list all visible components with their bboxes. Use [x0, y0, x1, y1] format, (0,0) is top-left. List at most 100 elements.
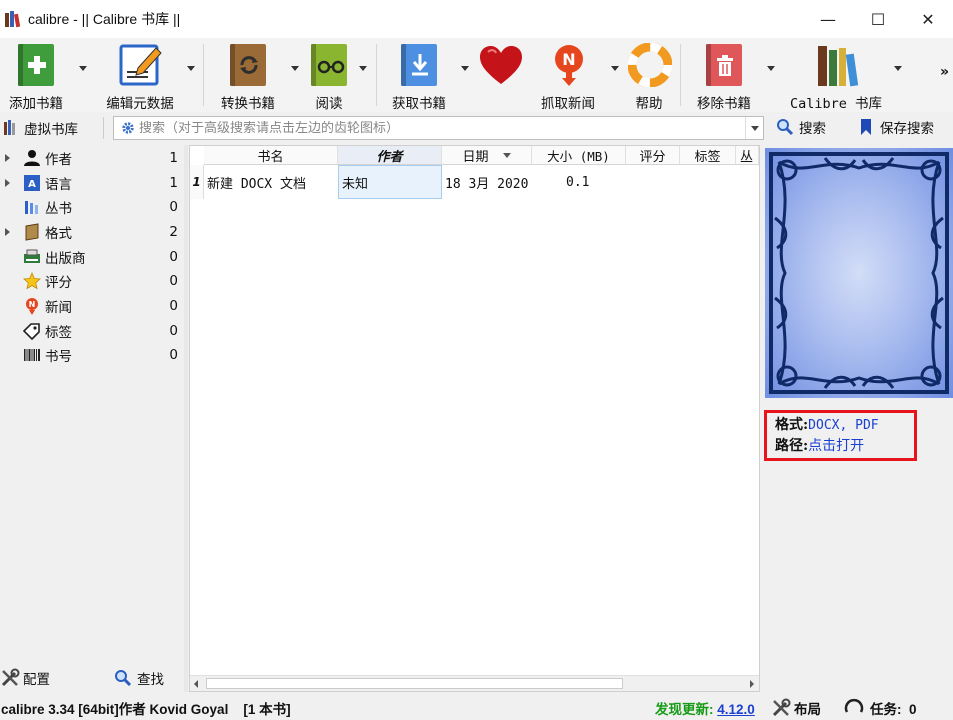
search-input[interactable]: [139, 120, 745, 136]
minimize-button[interactable]: —: [803, 0, 853, 38]
language-icon: A: [24, 175, 40, 191]
virtual-library-button[interactable]: 虚拟书库: [2, 117, 78, 139]
series-icon: [25, 201, 38, 214]
tag-category-identifiers[interactable]: 书号 0: [0, 343, 184, 367]
fetch-news-dropdown-icon[interactable]: [611, 66, 619, 71]
edit-metadata-icon: [118, 42, 162, 87]
svg-text:N: N: [562, 50, 575, 69]
library-button[interactable]: Calibre 书库: [788, 42, 884, 112]
configure-button[interactable]: 配置: [0, 668, 50, 688]
barcode-icon: [24, 349, 40, 361]
tag-category-publishers[interactable]: 出版商 0: [0, 245, 184, 269]
path-open-link[interactable]: 点击打开: [808, 438, 864, 454]
title-bar: calibre - || Calibre 书库 || — ☐ ✕: [0, 0, 953, 38]
book-cover[interactable]: [765, 148, 953, 398]
remove-books-dropdown-icon[interactable]: [767, 66, 775, 71]
tag-browser-footer: 配置 查找: [0, 664, 184, 692]
update-notice: 发现更新: 4.12.0: [655, 702, 755, 717]
maximize-button[interactable]: ☐: [853, 0, 903, 38]
search-icon: [115, 670, 132, 687]
gear-icon[interactable]: [121, 121, 135, 135]
edit-metadata-dropdown-icon[interactable]: [187, 66, 195, 71]
chevron-down-icon: [750, 125, 759, 131]
add-books-dropdown-icon[interactable]: [79, 66, 87, 71]
column-header-size[interactable]: 大小 (MB): [532, 146, 626, 165]
expand-arrow-icon[interactable]: [5, 154, 10, 162]
tag-browser: 作者 1 A 语言 1 丛书 0 格式 2 出版商 0 评分 0 N 新闻 0 …: [0, 145, 184, 663]
formats-row: 格式:DOCX, PDF: [775, 417, 879, 433]
horizontal-scrollbar[interactable]: [190, 675, 759, 691]
sort-chevron-icon: [502, 152, 511, 158]
add-book-icon: [14, 42, 58, 87]
column-header-rating[interactable]: 评分: [626, 146, 680, 165]
window-title: calibre - || Calibre 书库 ||: [28, 11, 181, 27]
update-version-link[interactable]: 4.12.0: [717, 702, 755, 717]
publisher-icon: [24, 249, 40, 263]
news-icon: N: [26, 298, 38, 315]
donate-button[interactable]: [476, 42, 524, 112]
tag-category-series[interactable]: 丛书 0: [0, 195, 184, 219]
user-icon: [24, 150, 40, 166]
column-header-author[interactable]: 作者: [338, 146, 442, 165]
column-header-series[interactable]: 丛: [736, 146, 759, 165]
tools-icon: [1, 668, 20, 687]
news-icon: N: [546, 42, 590, 87]
find-button[interactable]: 查找: [114, 668, 164, 688]
path-row: 路径:点击打开: [775, 438, 865, 454]
toolbar-more-button[interactable]: »: [940, 64, 949, 80]
calibre-app-icon: [4, 10, 22, 28]
book-details-panel: 格式:DOCX, PDF 路径:点击打开: [762, 145, 953, 692]
cell-author[interactable]: 未知: [338, 165, 442, 199]
convert-books-dropdown-icon[interactable]: [291, 66, 299, 71]
bookmark-icon: [861, 119, 871, 135]
book-format-icon: [25, 223, 39, 241]
convert-books-button[interactable]: 转换书籍: [218, 42, 278, 112]
tag-category-rating[interactable]: 评分 0: [0, 269, 184, 293]
tag-category-formats[interactable]: 格式 2: [0, 220, 184, 244]
cell-size[interactable]: 0.1: [532, 165, 626, 199]
trash-book-icon: [702, 42, 746, 87]
tag-category-languages[interactable]: A 语言 1: [0, 171, 184, 195]
tools-icon: [772, 698, 791, 717]
star-icon: [23, 272, 41, 290]
cell-title[interactable]: 新建 DOCX 文档: [204, 165, 338, 199]
panel-splitter[interactable]: [184, 145, 188, 692]
search-bar: 虚拟书库 搜索 保存搜索: [0, 113, 953, 143]
expand-arrow-icon[interactable]: [5, 228, 10, 236]
saved-search-button[interactable]: 保存搜索: [859, 117, 934, 137]
scroll-left-icon[interactable]: [194, 680, 198, 688]
library-dropdown-icon[interactable]: [894, 66, 902, 71]
tag-category-news[interactable]: N 新闻 0: [0, 294, 184, 318]
search-box: [113, 116, 764, 140]
add-books-button[interactable]: 添加书籍: [4, 42, 68, 112]
scrollbar-thumb[interactable]: [206, 678, 623, 689]
search-history-dropdown[interactable]: [745, 117, 763, 139]
cell-date[interactable]: 18 3月 2020: [442, 165, 532, 199]
fetch-news-button[interactable]: N 抓取新闻: [538, 42, 598, 112]
tag-category-tags[interactable]: 标签 0: [0, 319, 184, 343]
tag-icon: [23, 323, 40, 340]
column-header-tags[interactable]: 标签: [680, 146, 736, 165]
view-button[interactable]: 阅读: [306, 42, 352, 112]
get-books-dropdown-icon[interactable]: [461, 66, 469, 71]
get-books-button[interactable]: 获取书籍: [389, 42, 449, 112]
view-book-icon: [307, 42, 351, 87]
formats-link[interactable]: DOCX, PDF: [808, 418, 878, 433]
edit-metadata-button[interactable]: 编辑元数据: [102, 42, 178, 112]
column-header-date[interactable]: 日期: [442, 146, 532, 165]
jobs-button[interactable]: 任务: 0: [844, 698, 917, 718]
layout-button[interactable]: 布局: [771, 698, 821, 718]
scroll-right-icon[interactable]: [750, 680, 754, 688]
expand-arrow-icon[interactable]: [5, 179, 10, 187]
search-button[interactable]: 搜索: [776, 117, 826, 137]
help-button[interactable]: 帮助: [626, 42, 672, 112]
row-number[interactable]: 1: [190, 165, 204, 199]
status-bar: calibre 3.34 [64bit]作者 Kovid Goyal [1 本书…: [0, 694, 953, 720]
lifebuoy-icon: [627, 42, 672, 87]
column-header-title[interactable]: 书名: [204, 146, 338, 165]
remove-books-button[interactable]: 移除书籍: [694, 42, 754, 112]
view-dropdown-icon[interactable]: [359, 66, 367, 71]
heart-icon: [478, 42, 522, 88]
close-button[interactable]: ✕: [903, 0, 953, 38]
tag-category-authors[interactable]: 作者 1: [0, 146, 184, 170]
